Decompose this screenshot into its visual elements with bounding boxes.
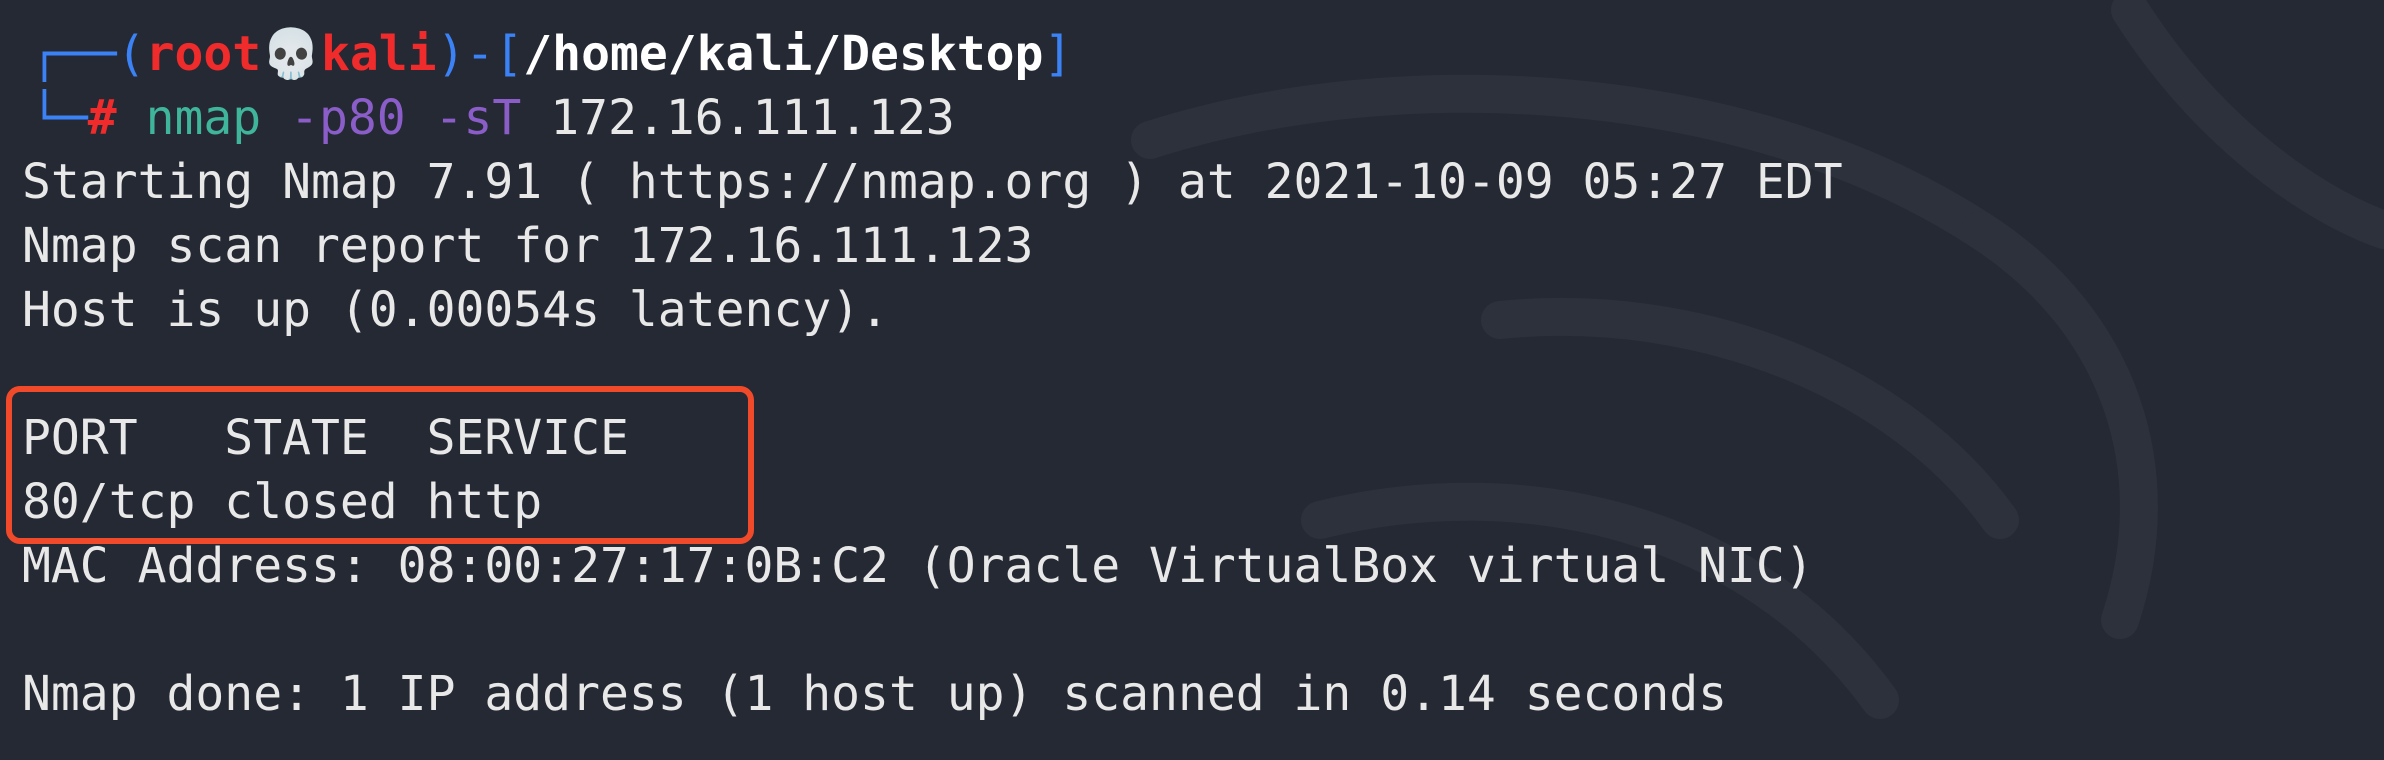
output-start-line: Starting Nmap 7.91 ( https://nmap.org ) … xyxy=(22,154,1843,210)
prompt-corner-bottom: └─ xyxy=(30,90,88,146)
prompt-line-command: └─# nmap -p80 -sT 172.16.111.123 xyxy=(30,86,955,150)
prompt-close-bracket: ] xyxy=(1043,26,1073,82)
port-table-highlight xyxy=(6,386,754,544)
command-flags: -p80 -sT xyxy=(290,90,522,146)
output-report-line: Nmap scan report for 172.16.111.123 xyxy=(22,218,1034,274)
skull-icon: 💀 xyxy=(261,26,321,82)
command-name: nmap xyxy=(145,90,262,146)
prompt-host: kali xyxy=(320,26,437,82)
prompt-symbol: # xyxy=(87,90,117,146)
terminal-window[interactable]: ┌──(root💀kali)-[/home/kali/Desktop] └─# … xyxy=(0,0,2384,760)
prompt-line-user-host: ┌──(root💀kali)-[/home/kali/Desktop] xyxy=(30,22,1072,86)
prompt-user: root xyxy=(145,26,262,82)
output-done-line: Nmap done: 1 IP address (1 host up) scan… xyxy=(22,666,1728,722)
output-host-line: Host is up (0.00054s latency). xyxy=(22,282,889,338)
command-target: 172.16.111.123 xyxy=(550,90,955,146)
prompt-corner-top: ┌── xyxy=(30,26,117,82)
prompt-path: /home/kali/Desktop xyxy=(523,26,1044,82)
prompt-open-paren: ( xyxy=(116,26,146,82)
prompt-separator: )-[ xyxy=(436,26,524,82)
